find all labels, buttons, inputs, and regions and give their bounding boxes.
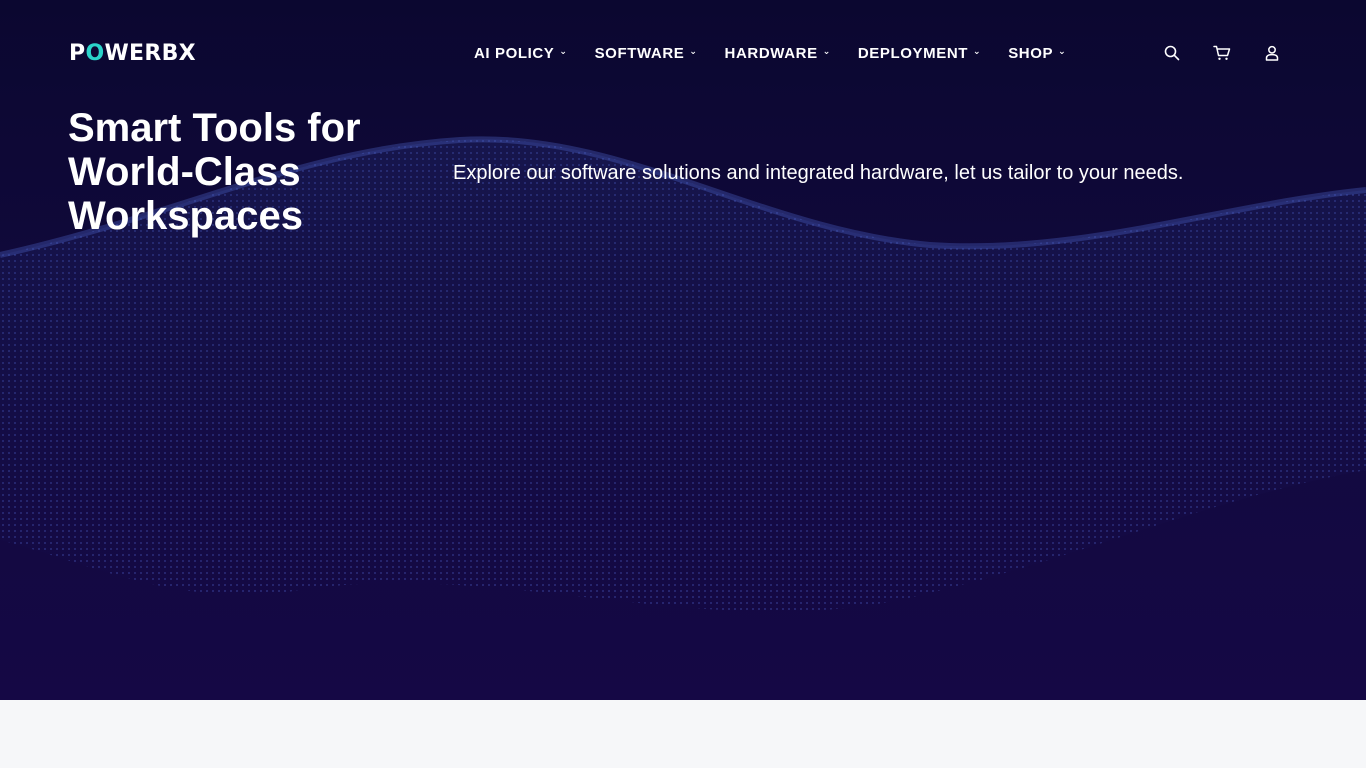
nav-item-deployment[interactable]: DEPLOYMENT ⌄ <box>858 45 981 62</box>
hero-title-line: Smart Tools for <box>68 106 361 150</box>
content-section <box>0 700 1366 768</box>
chevron-down-icon: ⌄ <box>689 45 698 56</box>
hero-section: P O WERBX AI POLICY ⌄ SOFTWARE ⌄ HARDWARE … <box>0 0 1366 700</box>
nav-item-software[interactable]: SOFTWARE ⌄ <box>595 45 698 62</box>
nav-item-hardware[interactable]: HARDWARE ⌄ <box>725 45 831 62</box>
nav-item-shop[interactable]: SHOP ⌄ <box>1008 45 1066 62</box>
cart-icon <box>1213 45 1231 60</box>
cart-button[interactable] <box>1210 41 1234 65</box>
nav-item-label: DEPLOYMENT <box>857 44 969 62</box>
search-icon <box>1164 45 1180 61</box>
search-button[interactable] <box>1160 41 1184 65</box>
powerbx-logo[interactable]: P O WERBX <box>69 40 196 66</box>
hero-subtitle: Explore our software solutions and integ… <box>453 162 1184 184</box>
header-actions <box>1160 40 1284 66</box>
logo-text-end: WERBX <box>104 40 196 66</box>
logo-text-start: P <box>69 40 86 66</box>
chevron-down-icon: ⌄ <box>973 45 982 56</box>
chevron-down-icon: ⌄ <box>559 45 568 56</box>
particle-wave-background <box>0 136 1366 612</box>
account-button[interactable] <box>1260 41 1284 65</box>
chevron-down-icon: ⌄ <box>1058 45 1067 56</box>
nav-item-label: SHOP <box>1008 44 1054 62</box>
nav-item-label: SOFTWARE <box>594 44 685 62</box>
nav-item-label: HARDWARE <box>724 44 818 62</box>
chevron-down-icon: ⌄ <box>822 45 831 56</box>
site-header: P O WERBX AI POLICY ⌄ SOFTWARE ⌄ HARDWARE … <box>0 0 1366 105</box>
hero-title: Smart Tools for World-Class Workspaces <box>68 106 448 238</box>
logo-power-o: O <box>85 40 105 66</box>
nav-item-ai-policy[interactable]: AI POLICY ⌄ <box>474 45 568 62</box>
main-nav: AI POLICY ⌄ SOFTWARE ⌄ HARDWARE ⌄ DEPLOY… <box>474 40 1093 66</box>
hero-title-line: World-Class <box>68 150 301 194</box>
nav-item-label: AI POLICY <box>474 44 555 62</box>
user-icon <box>1265 45 1279 61</box>
hero-title-line: Workspaces <box>68 194 303 238</box>
